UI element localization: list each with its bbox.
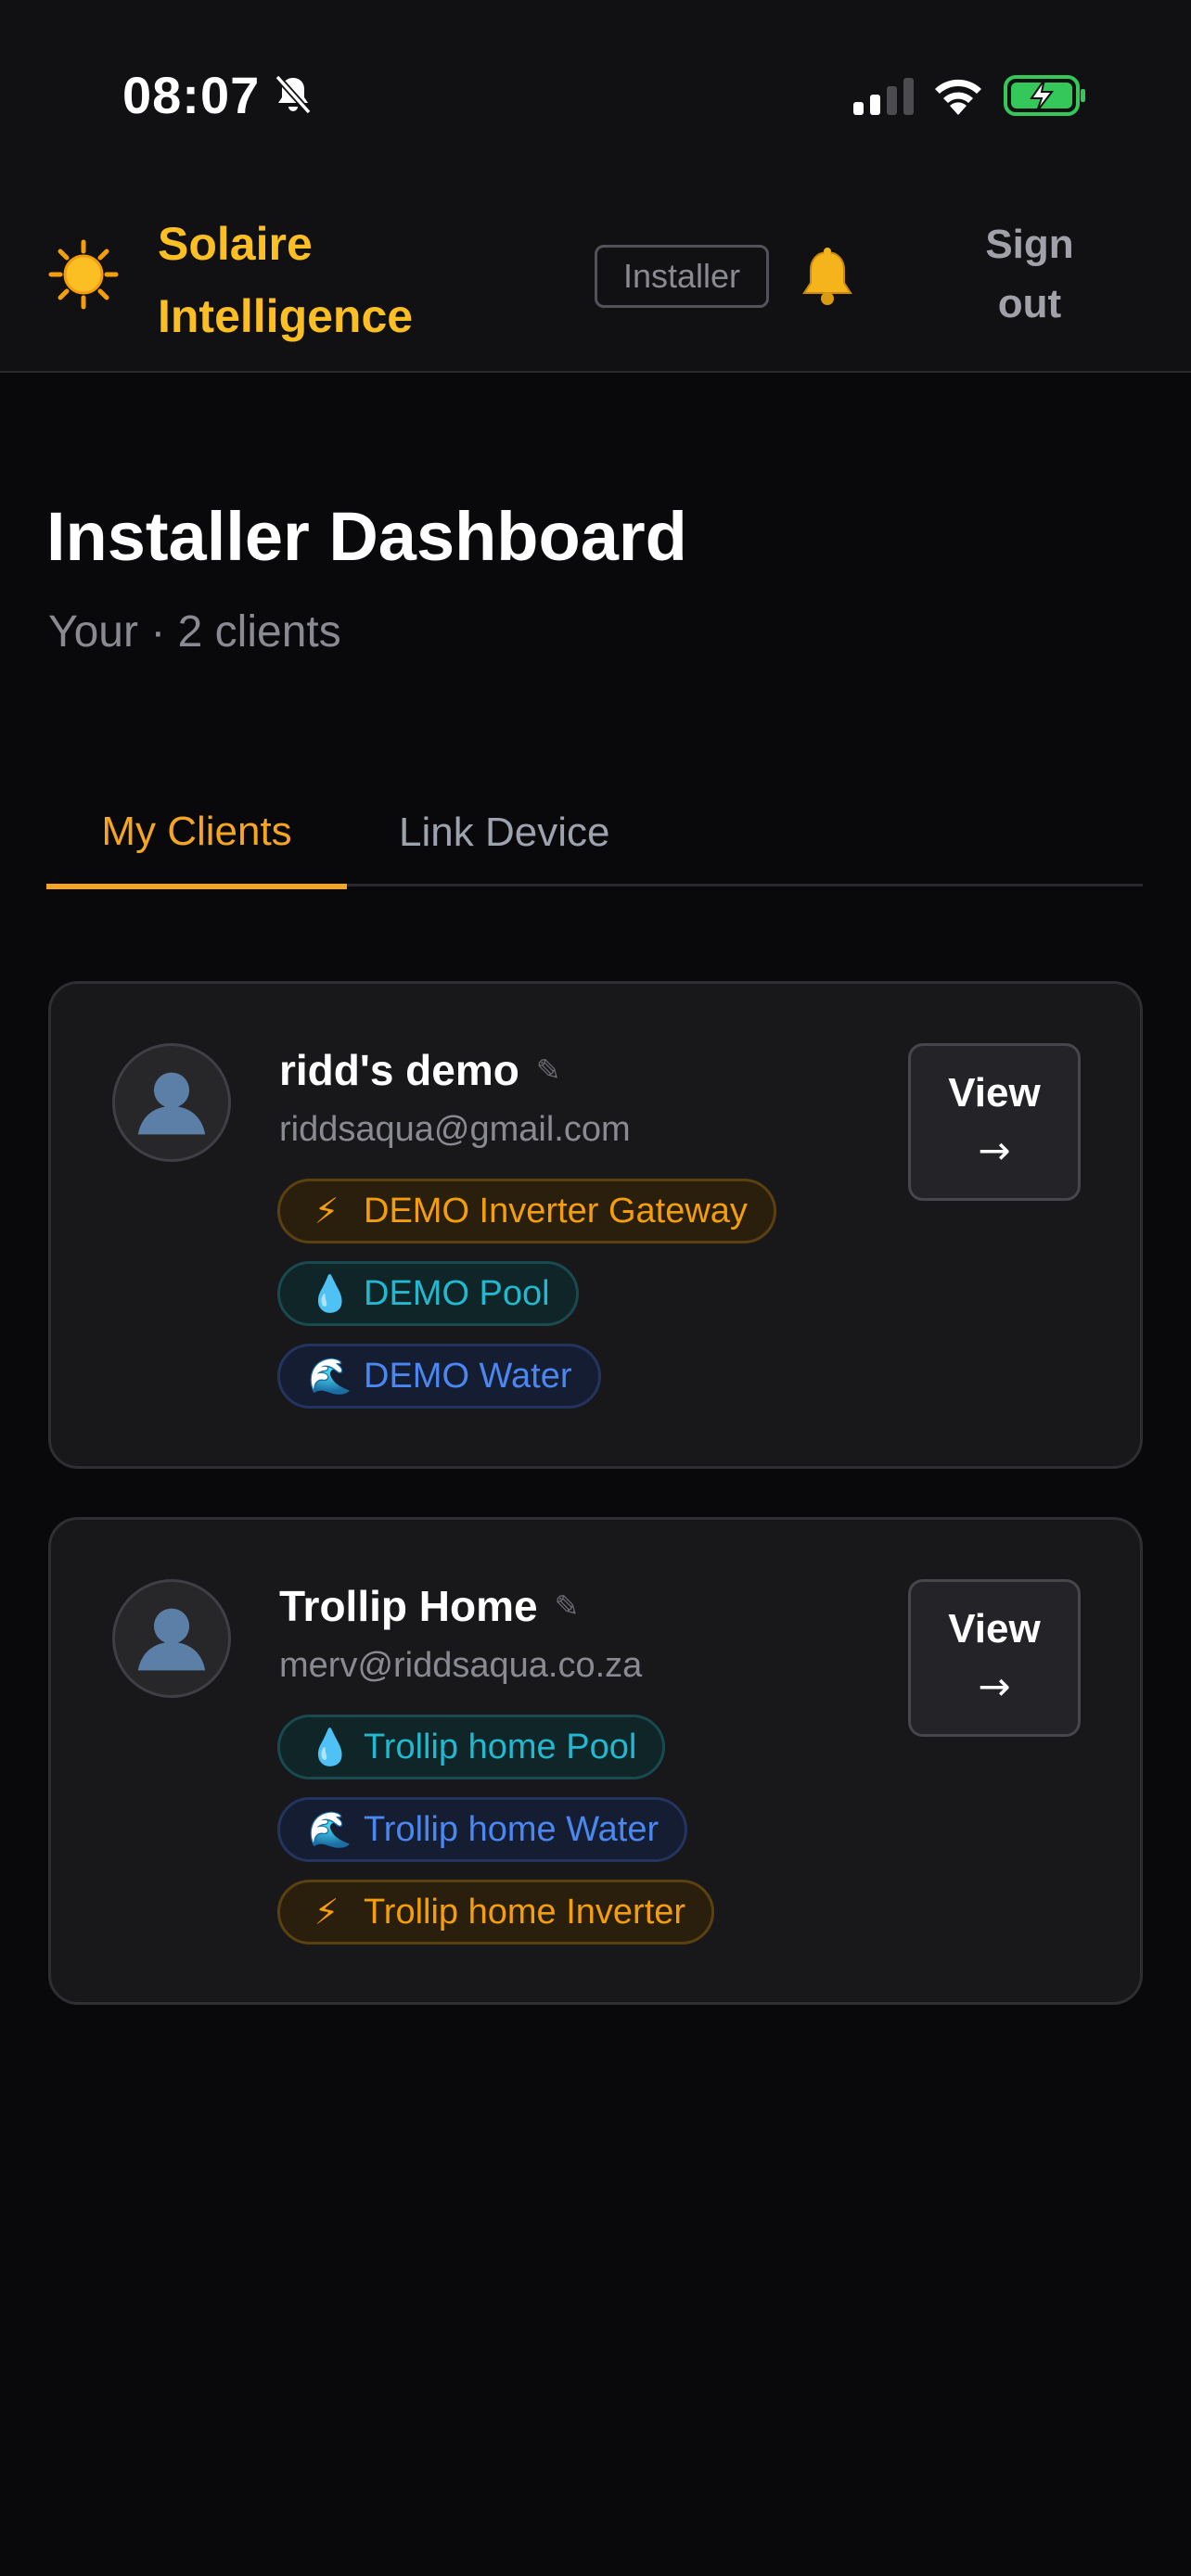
device-list: ⚡ DEMO Inverter Gateway 💧 DEMO Pool 🌊 DE…	[277, 1179, 776, 1426]
droplet-icon: 💧	[308, 1726, 352, 1767]
view-client-button[interactable]: View →	[908, 1579, 1081, 1737]
client-email: merv@riddsaqua.co.za	[279, 1646, 643, 1685]
device-chip-water[interactable]: 🌊 DEMO Water	[277, 1344, 601, 1409]
page-subtitle: Your · 2 clients	[48, 607, 341, 657]
battery-charging-icon	[1004, 75, 1085, 116]
avatar-icon	[112, 1043, 231, 1162]
device-chip-pool[interactable]: 💧 Trollip home Pool	[277, 1715, 666, 1779]
wave-icon: 🌊	[308, 1808, 352, 1850]
bell-slash-icon	[275, 74, 312, 115]
wave-icon: 🌊	[308, 1355, 352, 1396]
device-chip-water[interactable]: 🌊 Trollip home Water	[277, 1797, 688, 1862]
device-list: 💧 Trollip home Pool 🌊 Trollip home Water…	[277, 1715, 715, 1962]
view-client-button[interactable]: View →	[908, 1043, 1081, 1201]
edit-icon[interactable]: ✎	[555, 1588, 580, 1624]
role-badge: Installer	[595, 245, 769, 308]
client-email: riddsaqua@gmail.com	[279, 1110, 631, 1149]
device-chip-inverter[interactable]: ⚡ DEMO Inverter Gateway	[277, 1179, 776, 1243]
avatar-icon	[112, 1579, 231, 1698]
sun-icon	[48, 239, 119, 310]
app-screen: 08:07 Solaire Intelligence Installer Sig…	[0, 0, 1191, 2576]
device-chip-inverter[interactable]: ⚡ Trollip home Inverter	[277, 1880, 715, 1945]
client-card: ridd's demo ✎ riddsaqua@gmail.com ⚡ DEMO…	[48, 981, 1143, 1469]
client-name: ridd's demo ✎	[279, 1046, 561, 1094]
tab-bar: My Clients Link Device	[46, 779, 1143, 889]
cellular-signal-icon	[853, 78, 914, 115]
droplet-icon: 💧	[308, 1272, 352, 1314]
tab-link-device[interactable]: Link Device	[377, 779, 655, 886]
edit-icon[interactable]: ✎	[536, 1052, 561, 1088]
brand-name: Solaire Intelligence	[158, 218, 414, 342]
page-title: Installer Dashboard	[46, 498, 687, 575]
device-chip-pool[interactable]: 💧 DEMO Pool	[277, 1261, 579, 1326]
tab-my-clients[interactable]: My Clients	[46, 779, 347, 889]
wifi-icon	[935, 79, 981, 115]
status-time: 08:07	[122, 66, 261, 124]
client-name: Trollip Home ✎	[279, 1582, 580, 1630]
arrow-right-icon: →	[978, 1128, 1011, 1173]
client-card: Trollip Home ✎ merv@riddsaqua.co.za 💧 Tr…	[48, 1517, 1143, 2005]
sign-out-button[interactable]: Sign out	[955, 215, 1104, 334]
app-header: Solaire Intelligence Installer Sign out	[0, 185, 1191, 373]
status-bar: 08:07	[0, 0, 1191, 185]
arrow-right-icon: →	[978, 1664, 1011, 1709]
lightning-icon: ⚡	[314, 1191, 339, 1231]
lightning-icon: ⚡	[314, 1892, 339, 1932]
bell-icon[interactable]	[794, 245, 861, 312]
